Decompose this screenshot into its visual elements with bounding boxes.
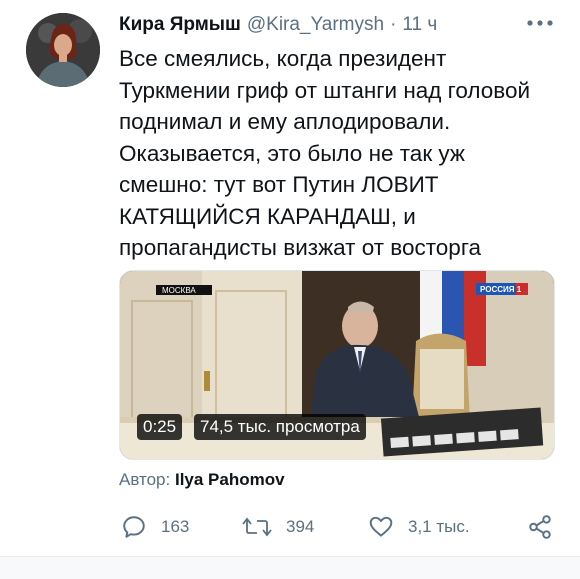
tweet-text-line: Все смеялись, когда президент: [119, 46, 447, 71]
tweet-text-line: Туркмении гриф от штанги над головой: [119, 77, 531, 103]
more-icon: [527, 20, 553, 26]
video-duration: 0:25: [137, 414, 183, 440]
tweet-header: Кира Ярмыш @Kira_Yarmysh · 11 ч: [119, 12, 437, 38]
share-button[interactable]: [527, 514, 553, 540]
video-views: 74,5 тыс. просмотра: [194, 414, 366, 440]
tweet-text: Все смеялись, когда президент Туркмении …: [119, 43, 559, 264]
bottom-divider: [0, 556, 580, 579]
video-player[interactable]: МОСКВА РОССИЯ 1 0:25 74,5 тыс. просмотра: [119, 270, 555, 460]
tweet-time[interactable]: 11 ч: [402, 14, 437, 36]
tweet-text-line: поднимал и ему аплодировали.: [119, 109, 451, 134]
author-name[interactable]: Кира Ярмыш: [119, 14, 241, 36]
share-icon: [529, 515, 551, 539]
like-button[interactable]: 3,1 тыс.: [368, 514, 470, 540]
reply-icon: [123, 516, 145, 538]
avatar-image: [26, 13, 100, 87]
channel-logo: РОССИЯ 1: [480, 285, 522, 294]
retweet-icon: [242, 517, 272, 537]
reply-button[interactable]: 163: [121, 514, 189, 540]
attribution-author[interactable]: Ilya Pahomov: [175, 470, 285, 489]
author-handle[interactable]: @Kira_Yarmysh: [247, 14, 384, 36]
tweet-text-line: пропагандисты визжат от восторга: [119, 235, 482, 260]
reply-count: 163: [161, 517, 190, 536]
like-icon: [369, 516, 393, 537]
tweet-text-line: смешно: тут вот Путин ЛОВИТ: [119, 172, 439, 197]
like-count: 3,1 тыс.: [408, 517, 470, 536]
retweet-button[interactable]: 394: [242, 514, 314, 540]
tweet-text-line: Оказывается, это было не так уж: [119, 140, 465, 166]
tweet-text-line: КАТЯЩИЙСЯ КАРАНДАШ, и: [119, 203, 416, 229]
tv-location-label: МОСКВА: [162, 286, 196, 295]
avatar[interactable]: [26, 13, 100, 87]
separator-dot: ·: [390, 14, 397, 35]
video-attribution: Автор: Ilya Pahomov: [119, 470, 285, 490]
attribution-prefix: Автор:: [119, 470, 171, 489]
more-button[interactable]: [523, 10, 557, 36]
retweet-count: 394: [286, 517, 315, 536]
tweet-actions: 163 394 3,1 тыс.: [0, 508, 580, 548]
